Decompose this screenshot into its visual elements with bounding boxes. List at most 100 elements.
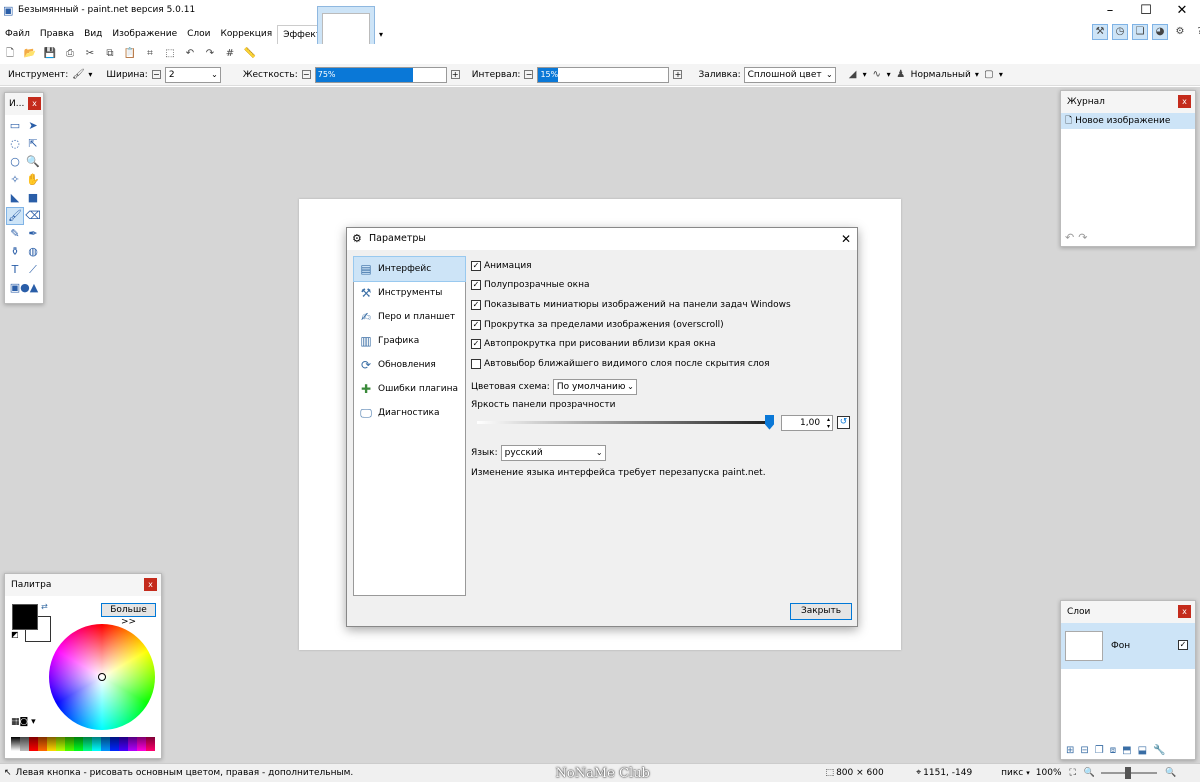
antialias-dropdown-icon[interactable]: ▾ xyxy=(863,70,867,79)
palette-swatch[interactable] xyxy=(29,737,38,751)
palette-swatch[interactable] xyxy=(56,737,65,751)
recolor-icon[interactable]: ◍ xyxy=(25,244,41,260)
zoom-value[interactable]: 100% xyxy=(1036,768,1062,778)
maximize-button[interactable]: ☐ xyxy=(1128,0,1164,22)
reset-colors-icon[interactable]: ◩ xyxy=(11,630,19,639)
ruler-icon[interactable]: 📏 xyxy=(243,47,257,61)
alpha-icon[interactable]: ∿ xyxy=(870,68,884,82)
grid-icon[interactable]: # xyxy=(223,47,237,61)
palette-swatch[interactable] xyxy=(47,737,56,751)
color-wheel-cursor[interactable] xyxy=(98,673,106,681)
units-value[interactable]: пикс xyxy=(1001,768,1023,778)
eraser-icon[interactable]: ⌫ xyxy=(25,208,41,224)
antialias-icon[interactable]: ◢ xyxy=(846,68,860,82)
units-dropdown-icon[interactable]: ▾ xyxy=(1026,769,1030,777)
line-curve-icon[interactable]: ⟋ xyxy=(25,262,41,278)
tool-dropdown-icon[interactable]: ▾ xyxy=(88,70,92,79)
new-icon[interactable]: 🗋 xyxy=(3,47,17,61)
zoom-slider[interactable] xyxy=(1101,767,1158,779)
close-icon[interactable]: x xyxy=(1178,95,1191,108)
gradient-icon[interactable]: ■ xyxy=(25,190,41,206)
deselect-icon[interactable]: ⬚ xyxy=(163,47,177,61)
palette-swatch[interactable] xyxy=(65,737,74,751)
paintbrush-icon[interactable]: 🖌 xyxy=(6,207,24,225)
sidebar-item-updates[interactable]: ⟳ Обновления xyxy=(354,353,465,377)
palette-swatch[interactable] xyxy=(74,737,83,751)
open-icon[interactable]: 📂 xyxy=(23,47,37,61)
color-picker-icon[interactable]: ✒ xyxy=(25,226,41,242)
tools-toggle-icon[interactable]: ⚒ xyxy=(1092,24,1108,40)
palette-swatch[interactable] xyxy=(92,737,101,751)
move-down-icon[interactable]: ⬓ xyxy=(1138,745,1147,756)
redo-icon[interactable]: ↷ xyxy=(1078,231,1087,244)
primary-color-swatch[interactable] xyxy=(12,604,38,630)
taskbar-thumbnails-checkbox[interactable]: ✓ Показывать миниатюры изображений на пан… xyxy=(471,295,853,315)
color-scheme-select[interactable]: По умолчанию ⌄ xyxy=(552,378,637,395)
settings-icon[interactable]: ⚙ xyxy=(1173,25,1187,39)
menu-edit[interactable]: Правка xyxy=(35,25,79,43)
palette-swatch[interactable] xyxy=(20,737,29,751)
close-icon[interactable]: x xyxy=(144,578,157,591)
pan-icon[interactable]: ✋ xyxy=(25,172,41,188)
zoom-out-icon[interactable]: 🔍 xyxy=(1084,768,1095,778)
autoselect-layer-checkbox[interactable]: Автовыбор ближайшего видимого слоя после… xyxy=(471,354,853,374)
autoscroll-checkbox[interactable]: ✓ Автопрокрутка при рисовании вблизи края… xyxy=(471,334,853,354)
animation-checkbox[interactable]: ✓ Анимация xyxy=(471,256,853,276)
paste-icon[interactable]: 📋 xyxy=(123,47,137,61)
palette-swatch[interactable] xyxy=(146,737,155,751)
save-icon[interactable]: 💾 xyxy=(43,47,57,61)
close-icon[interactable]: x xyxy=(1178,605,1191,618)
hardness-decrease-button[interactable]: − xyxy=(301,70,311,79)
interval-decrease-button[interactable]: − xyxy=(524,70,534,79)
history-item[interactable]: 🗋 Новое изображение xyxy=(1061,113,1195,129)
swap-colors-icon[interactable]: ⇄ xyxy=(41,602,48,611)
sidebar-item-diagnostics[interactable]: 🖵 Диагностика xyxy=(354,401,465,425)
zoom-in-icon[interactable]: 🔍 xyxy=(1165,768,1176,778)
brightness-input[interactable]: 1,00 ▴ ▾ xyxy=(781,414,834,431)
palette-swatch[interactable] xyxy=(101,737,110,751)
rect-select-icon[interactable]: ▭ xyxy=(7,118,23,134)
sidebar-item-interface[interactable]: ▤ Интерфейс xyxy=(353,256,466,282)
layer-properties-icon[interactable]: 🔧 xyxy=(1153,745,1165,756)
sidebar-item-plugin-errors[interactable]: ✚ Ошибки плагина xyxy=(354,377,465,401)
zoom-icon[interactable]: 🔍 xyxy=(25,154,41,170)
print-icon[interactable]: ⎙ xyxy=(63,47,77,61)
clone-stamp-icon[interactable]: ⚱ xyxy=(7,244,23,260)
blend-dropdown-icon[interactable]: ▾ xyxy=(975,70,979,79)
dialog-close-icon[interactable]: ✕ xyxy=(841,228,851,250)
layer-row[interactable]: Фон ✓ xyxy=(1061,623,1195,669)
close-window-button[interactable]: ✕ xyxy=(1164,0,1200,22)
move-up-icon[interactable]: ⬒ xyxy=(1122,745,1131,756)
overscroll-checkbox[interactable]: ✓ Прокрутка за пределами изображения (ove… xyxy=(471,315,853,335)
interval-slider[interactable]: 15% xyxy=(537,66,670,83)
palette-swatch[interactable] xyxy=(110,737,119,751)
zoom-fit-icon[interactable]: ⛶ xyxy=(1070,768,1076,778)
lasso-icon[interactable]: ◌ xyxy=(7,136,23,152)
translucent-windows-checkbox[interactable]: ✓ Полупрозрачные окна xyxy=(471,276,853,296)
hardness-increase-button[interactable]: + xyxy=(450,70,460,79)
merge-layer-icon[interactable]: ⧈ xyxy=(1110,745,1116,756)
menu-layers[interactable]: Слои xyxy=(182,25,215,43)
palette-swatch[interactable] xyxy=(38,737,47,751)
ellipse-select-icon[interactable]: ○ xyxy=(7,154,23,170)
crop-icon[interactable]: ⌗ xyxy=(143,47,157,61)
menu-file[interactable]: Файл xyxy=(0,25,35,43)
text-icon[interactable]: T xyxy=(7,262,23,278)
history-toggle-icon[interactable]: ◷ xyxy=(1112,24,1128,40)
minimize-button[interactable]: – xyxy=(1092,0,1128,22)
zoom-slider-thumb[interactable] xyxy=(1125,767,1132,779)
selection-mode-icon[interactable]: ▢ xyxy=(982,68,996,82)
hardness-slider[interactable]: 75% xyxy=(314,66,447,83)
move-selection-icon[interactable]: ⇱ xyxy=(25,136,41,152)
undo-icon[interactable]: ↶ xyxy=(1065,231,1074,244)
tabs-dropdown-icon[interactable]: ▾ xyxy=(379,30,383,39)
interval-increase-button[interactable]: + xyxy=(673,70,683,79)
help-icon[interactable]: ? xyxy=(1193,25,1200,39)
sidebar-item-graphics[interactable]: ▥ Графика xyxy=(354,329,465,353)
color-wheel[interactable] xyxy=(49,624,155,730)
delete-layer-icon[interactable]: ⊟ xyxy=(1080,745,1088,756)
palette-swatch[interactable] xyxy=(137,737,146,751)
cut-icon[interactable]: ✂ xyxy=(83,47,97,61)
redo-icon[interactable]: ↷ xyxy=(203,47,217,61)
palette-swatch[interactable] xyxy=(11,737,20,751)
